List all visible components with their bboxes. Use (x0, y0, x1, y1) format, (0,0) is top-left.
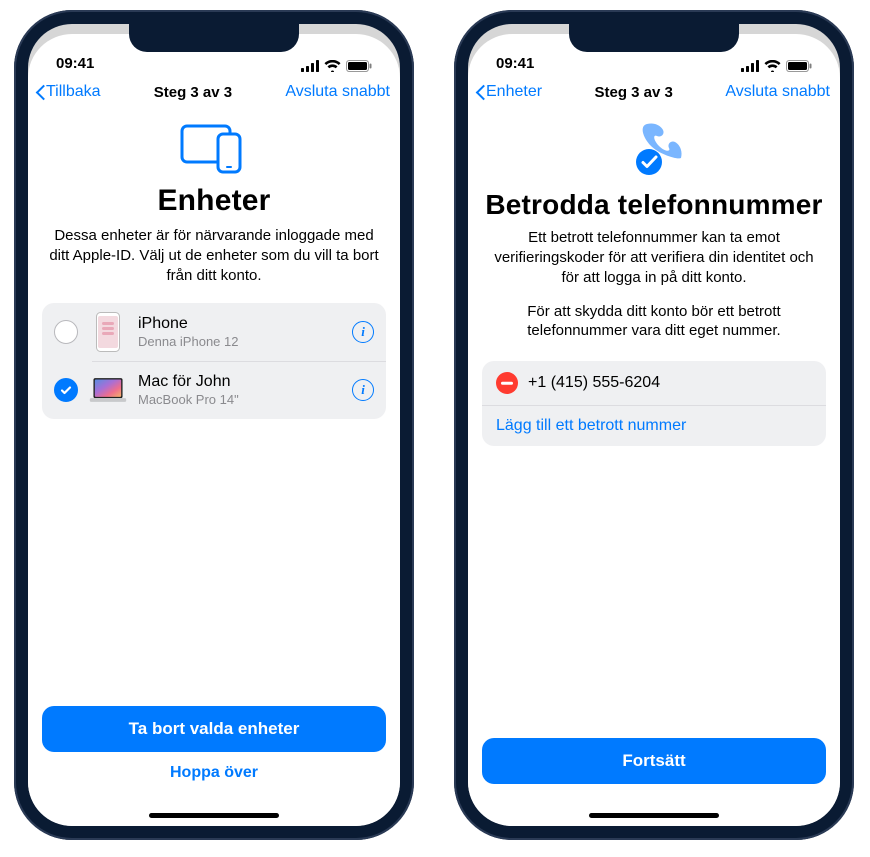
back-button[interactable]: Enheter (474, 82, 542, 102)
device-name: Mac för John (138, 373, 342, 391)
info-icon[interactable]: i (352, 379, 374, 401)
iphone-thumbnail-icon (88, 312, 128, 352)
nav-bar: Enheter Steg 3 av 3 Avsluta snabbt (468, 74, 840, 110)
remove-selected-button[interactable]: Ta bort valda enheter (42, 706, 386, 752)
device-model: MacBook Pro 14" (138, 392, 342, 407)
notch (129, 24, 299, 52)
home-indicator[interactable] (589, 813, 719, 818)
home-indicator[interactable] (149, 813, 279, 818)
page-subtitle-2: För att skydda ditt konto bör ett betrot… (482, 302, 826, 342)
nav-step-label: Steg 3 av 3 (594, 84, 672, 101)
wifi-icon (764, 60, 781, 72)
back-label: Enheter (486, 83, 542, 101)
phone-number-row: +1 (415) 555-6204 (482, 361, 826, 406)
status-time: 09:41 (496, 55, 534, 72)
quick-exit-button[interactable]: Avsluta snabbt (285, 83, 390, 101)
status-time: 09:41 (56, 55, 94, 72)
nav-bar: Tillbaka Steg 3 av 3 Avsluta snabbt (28, 74, 400, 110)
checkbox-checked[interactable] (54, 378, 78, 402)
phone-number-value: +1 (415) 555-6204 (528, 374, 660, 392)
page-title: Enheter (42, 184, 386, 218)
device-list: iPhone Denna iPhone 12 i (42, 303, 386, 419)
chevron-left-icon (474, 82, 486, 102)
macbook-thumbnail-icon (88, 370, 128, 410)
battery-icon (346, 60, 372, 72)
page-title: Betrodda telefonnummer (482, 190, 826, 220)
back-button[interactable]: Tillbaka (34, 82, 101, 102)
chevron-left-icon (34, 82, 46, 102)
cellular-icon (741, 60, 759, 72)
continue-button[interactable]: Fortsätt (482, 738, 826, 784)
phone-number-list: +1 (415) 555-6204 Lägg till ett betrott … (482, 361, 826, 446)
add-trusted-number-button[interactable]: Lägg till ett betrott nummer (482, 406, 826, 446)
quick-exit-button[interactable]: Avsluta snabbt (725, 83, 830, 101)
phone-left: 09:41 Tillbaka Steg 3 av 3 Avsluta snabb… (14, 10, 414, 840)
skip-button[interactable]: Hoppa över (42, 752, 386, 794)
info-icon[interactable]: i (352, 321, 374, 343)
remove-icon[interactable] (496, 372, 518, 394)
devices-icon (176, 120, 252, 174)
battery-icon (786, 60, 812, 72)
page-subtitle: Dessa enheter är för närvarande inloggad… (42, 226, 386, 285)
wifi-icon (324, 60, 341, 72)
page-subtitle-1: Ett betrott telefonnummer kan ta emot ve… (482, 228, 826, 287)
nav-step-label: Steg 3 av 3 (154, 84, 232, 101)
device-row[interactable]: Mac för John MacBook Pro 14" i (42, 361, 386, 419)
device-model: Denna iPhone 12 (138, 334, 342, 349)
device-name: iPhone (138, 315, 342, 333)
back-label: Tillbaka (46, 83, 101, 101)
cellular-icon (301, 60, 319, 72)
notch (569, 24, 739, 52)
phone-right: 09:41 Enheter Steg 3 av 3 Avsluta snabbt (454, 10, 854, 840)
trusted-phone-icon (619, 120, 689, 180)
checkbox-unchecked[interactable] (54, 320, 78, 344)
device-row[interactable]: iPhone Denna iPhone 12 i (42, 303, 386, 361)
